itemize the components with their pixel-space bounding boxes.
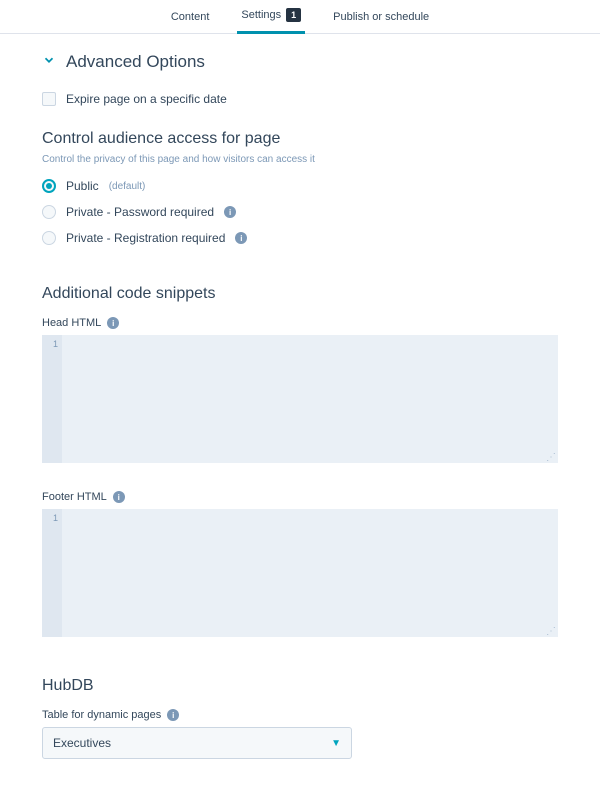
tab-settings[interactable]: Settings 1 bbox=[237, 0, 305, 34]
head-html-label-row: Head HTML i bbox=[42, 317, 558, 329]
footer-html-label-row: Footer HTML i bbox=[42, 491, 558, 503]
caret-down-icon: ▼ bbox=[331, 738, 341, 749]
radio-public[interactable] bbox=[42, 179, 56, 193]
public-label: Public bbox=[66, 179, 99, 193]
advanced-options-title: Advanced Options bbox=[66, 52, 205, 72]
gutter: 1 bbox=[42, 509, 62, 637]
gutter: 1 bbox=[42, 335, 62, 463]
snippets-title: Additional code snippets bbox=[42, 285, 558, 303]
hubdb-table-label-row: Table for dynamic pages i bbox=[42, 709, 558, 721]
tab-settings-label: Settings bbox=[241, 9, 281, 21]
tabs-bar: Content Settings 1 Publish or schedule bbox=[0, 0, 600, 34]
audience-public-row: Public (default) bbox=[42, 179, 558, 193]
head-html-editor: 1 ⋰ bbox=[42, 335, 558, 463]
default-label: (default) bbox=[109, 181, 146, 192]
tab-content[interactable]: Content bbox=[167, 0, 214, 34]
audience-subtitle: Control the privacy of this page and how… bbox=[42, 154, 558, 165]
tab-publish[interactable]: Publish or schedule bbox=[329, 0, 433, 34]
info-icon[interactable]: i bbox=[167, 709, 179, 721]
expire-row: Expire page on a specific date bbox=[42, 92, 558, 106]
chevron-down-icon bbox=[42, 53, 56, 72]
head-html-textarea[interactable] bbox=[62, 335, 558, 463]
info-icon[interactable]: i bbox=[235, 232, 247, 244]
audience-title: Control audience access for page bbox=[42, 130, 558, 148]
expire-checkbox[interactable] bbox=[42, 92, 56, 106]
head-html-label: Head HTML bbox=[42, 317, 101, 329]
hubdb-title: HubDB bbox=[42, 677, 558, 695]
advanced-options-toggle[interactable]: Advanced Options bbox=[42, 52, 558, 72]
info-icon[interactable]: i bbox=[107, 317, 119, 329]
registration-label: Private - Registration required bbox=[66, 231, 225, 245]
footer-html-editor: 1 ⋰ bbox=[42, 509, 558, 637]
info-icon[interactable]: i bbox=[224, 206, 236, 218]
audience-registration-row: Private - Registration required i bbox=[42, 231, 558, 245]
hubdb-table-label: Table for dynamic pages bbox=[42, 709, 161, 721]
settings-badge: 1 bbox=[286, 8, 301, 22]
radio-password[interactable] bbox=[42, 205, 56, 219]
audience-password-row: Private - Password required i bbox=[42, 205, 558, 219]
footer-html-textarea[interactable] bbox=[62, 509, 558, 637]
hubdb-selected-value: Executives bbox=[53, 736, 111, 750]
footer-html-label: Footer HTML bbox=[42, 491, 107, 503]
password-label: Private - Password required bbox=[66, 205, 214, 219]
info-icon[interactable]: i bbox=[113, 491, 125, 503]
radio-registration[interactable] bbox=[42, 231, 56, 245]
expire-label: Expire page on a specific date bbox=[66, 92, 227, 106]
hubdb-table-select[interactable]: Executives ▼ bbox=[42, 727, 352, 759]
